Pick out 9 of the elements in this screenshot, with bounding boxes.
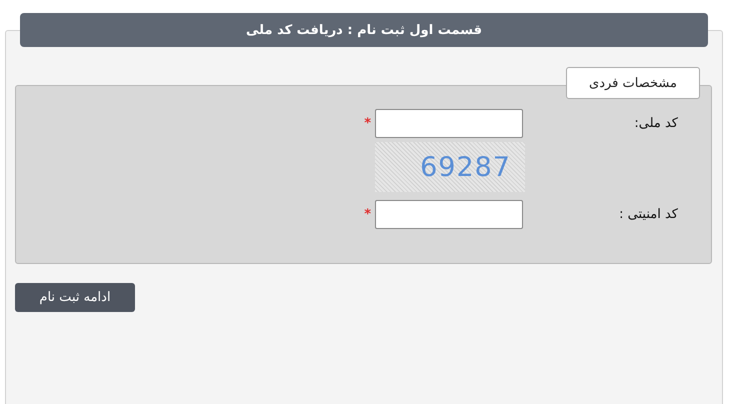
field-label: کد امنیتی :	[618, 207, 679, 222]
field-label: کد ملی:	[633, 116, 679, 131]
input-field[interactable]	[375, 109, 523, 138]
captcha-code: 69287	[420, 152, 511, 182]
page-title: قسمت اول ثبت نام : دریافت کد ملی	[246, 22, 482, 38]
input-field[interactable]	[375, 200, 523, 229]
required-mark: *	[364, 116, 371, 131]
required-mark: *	[364, 207, 371, 222]
continue-button[interactable]: ادامه ثبت نام	[15, 283, 135, 312]
